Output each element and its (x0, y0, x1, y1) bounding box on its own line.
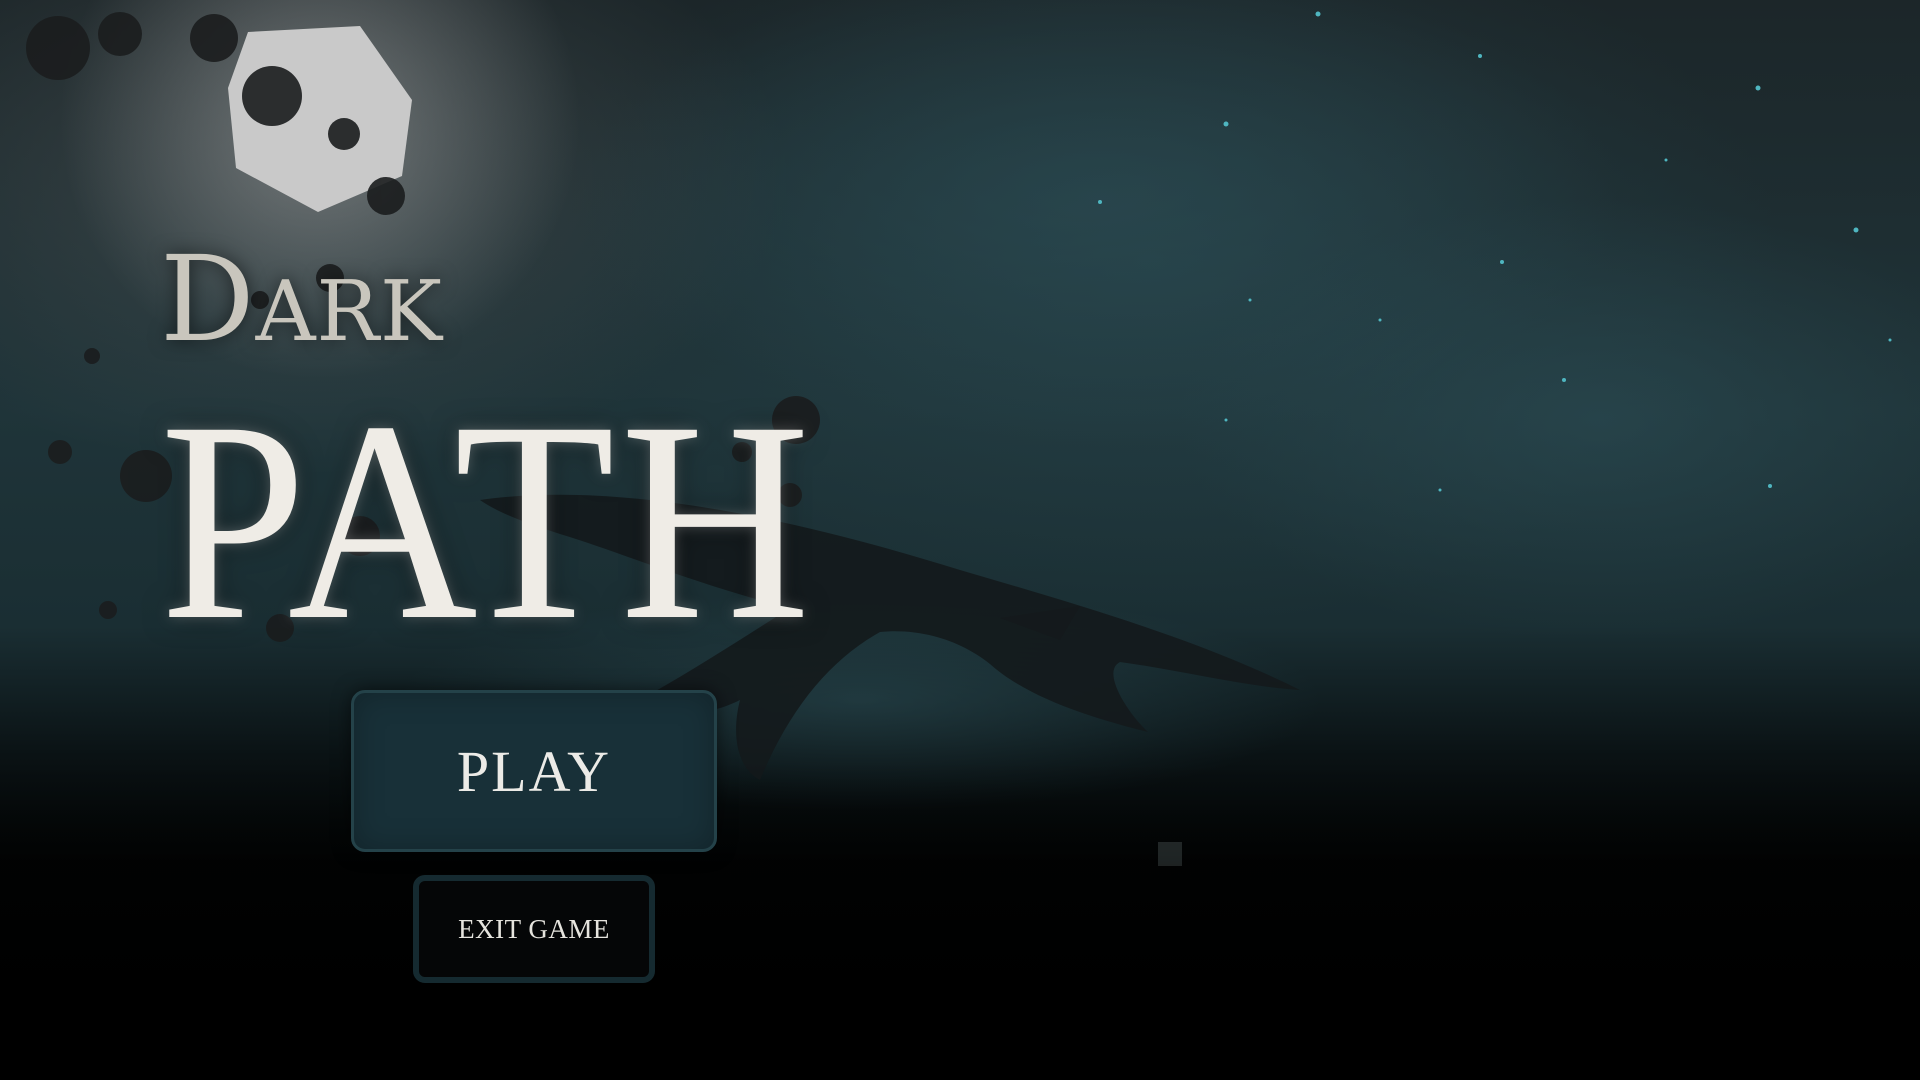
exit-game-button[interactable]: EXIT GAME (413, 875, 655, 983)
game-title-bottom: PATH (160, 362, 816, 679)
play-button[interactable]: PLAY (351, 690, 717, 852)
main-menu-screen: Dark PATH PLAY EXIT GAME (0, 0, 1920, 1080)
foreground-shadow (0, 760, 1920, 1080)
game-title-top: Dark (160, 230, 444, 368)
